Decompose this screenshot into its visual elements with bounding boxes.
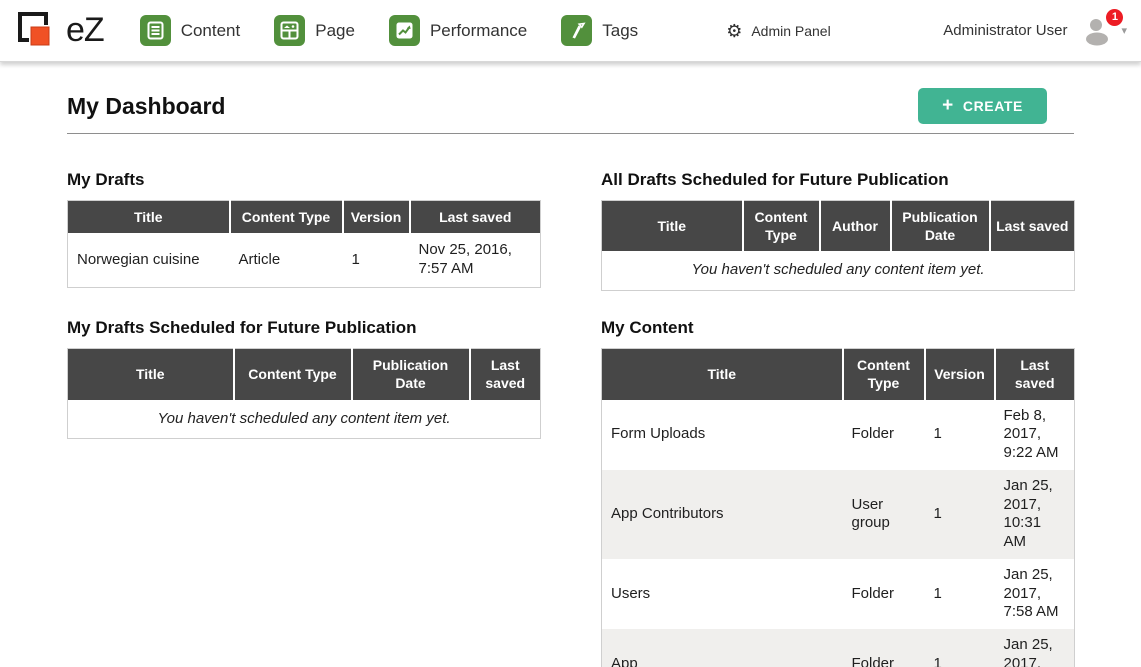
cell-title[interactable]: App — [602, 629, 843, 667]
topbar: eZ Content — [0, 0, 1141, 62]
empty-state-row: You haven't scheduled any content item y… — [68, 400, 541, 439]
my-content-table: Title Content Type Version Last saved Fo… — [601, 348, 1075, 667]
col-last-saved: Last saved — [410, 201, 541, 234]
empty-state-row: You haven't scheduled any content item y… — [602, 251, 1075, 290]
create-button-label: CREATE — [963, 98, 1023, 114]
user-name: Administrator User — [943, 22, 1067, 39]
notification-badge[interactable]: 1 — [1106, 9, 1123, 26]
col-last-saved: Last saved — [995, 349, 1075, 400]
nav-label-page: Page — [315, 21, 355, 41]
create-button[interactable]: + CREATE — [918, 88, 1047, 124]
col-title: Title — [68, 201, 230, 234]
chevron-down-icon[interactable]: ▾ — [1121, 24, 1127, 37]
admin-panel-button[interactable]: ⚙ Admin Panel — [726, 22, 831, 40]
table-header-row: Title Content Type Publication Date Last… — [68, 349, 541, 400]
user-menu-button[interactable]: 1 — [1081, 16, 1115, 46]
col-content-type: Content Type — [743, 201, 820, 252]
cell-version: 1 — [343, 233, 410, 287]
page-icon — [274, 15, 305, 46]
dashboard-panels: My Drafts Title Content Type Version Las… — [67, 170, 1074, 667]
col-last-saved: Last saved — [990, 201, 1075, 252]
col-title: Title — [602, 349, 843, 400]
cell-title[interactable]: Norwegian cuisine — [68, 233, 230, 287]
cell-title[interactable]: Form Uploads — [602, 400, 843, 470]
table-row[interactable]: App Folder 1 Jan 25, 2017, 7:55 AM — [602, 629, 1075, 667]
cell-version: 1 — [925, 629, 995, 667]
my-drafts-scheduled-table: Title Content Type Publication Date Last… — [67, 348, 541, 439]
nav-label-content: Content — [181, 21, 241, 41]
panel-title-all-drafts-scheduled: All Drafts Scheduled for Future Publicat… — [601, 170, 1074, 190]
col-version: Version — [343, 201, 410, 234]
page-title: My Dashboard — [67, 93, 225, 120]
ez-logo-text: eZ — [66, 11, 104, 50]
title-divider — [67, 133, 1074, 134]
nav-item-performance[interactable]: Performance — [389, 15, 527, 46]
cell-version: 1 — [925, 400, 995, 470]
cell-content-type: User group — [843, 470, 925, 559]
table-row[interactable]: Form Uploads Folder 1 Feb 8, 2017, 9:22 … — [602, 400, 1075, 470]
col-version: Version — [925, 349, 995, 400]
panel-title-my-drafts: My Drafts — [67, 170, 540, 190]
panel-title-my-content: My Content — [601, 318, 1074, 338]
content-icon — [140, 15, 171, 46]
cell-last-saved: Feb 8, 2017, 9:22 AM — [995, 400, 1075, 470]
admin-panel-label: Admin Panel — [751, 23, 830, 39]
col-author: Author — [820, 201, 891, 252]
col-title: Title — [68, 349, 234, 400]
nav-item-tags[interactable]: Tags — [561, 15, 638, 46]
col-publication-date: Publication Date — [352, 349, 470, 400]
user-area: Administrator User 1 ▾ — [943, 16, 1127, 46]
col-content-type: Content Type — [234, 349, 352, 400]
cell-title[interactable]: Users — [602, 559, 843, 629]
table-header-row: Title Content Type Version Last saved — [68, 201, 541, 234]
col-content-type: Content Type — [230, 201, 343, 234]
nav-label-tags: Tags — [602, 21, 638, 41]
panel-all-drafts-scheduled: All Drafts Scheduled for Future Publicat… — [601, 170, 1074, 291]
nav-item-page[interactable]: Page — [274, 15, 355, 46]
cell-content-type: Article — [230, 233, 343, 287]
panel-my-content: My Content Title Content Type Version La… — [601, 318, 1074, 667]
cell-content-type: Folder — [843, 400, 925, 470]
table-row[interactable]: Norwegian cuisine Article 1 Nov 25, 2016… — [68, 233, 541, 287]
gear-icon: ⚙ — [726, 22, 742, 40]
table-header-row: Title Content Type Author Publication Da… — [602, 201, 1075, 252]
panel-title-my-drafts-scheduled: My Drafts Scheduled for Future Publicati… — [67, 318, 540, 338]
panel-my-drafts-scheduled: My Drafts Scheduled for Future Publicati… — [67, 318, 540, 439]
col-publication-date: Publication Date — [891, 201, 990, 252]
nav-item-content[interactable]: Content — [140, 15, 241, 46]
cell-content-type: Folder — [843, 559, 925, 629]
col-last-saved: Last saved — [470, 349, 541, 400]
my-drafts-table: Title Content Type Version Last saved No… — [67, 200, 541, 288]
cell-title[interactable]: App Contributors — [602, 470, 843, 559]
performance-icon — [389, 15, 420, 46]
nav-label-performance: Performance — [430, 21, 527, 41]
ez-logo-icon — [12, 9, 64, 53]
main-nav: Content Page Per — [140, 15, 639, 46]
table-row[interactable]: App Contributors User group 1 Jan 25, 20… — [602, 470, 1075, 559]
table-row[interactable]: Users Folder 1 Jan 25, 2017, 7:58 AM — [602, 559, 1075, 629]
cell-last-saved: Jan 25, 2017, 7:58 AM — [995, 559, 1075, 629]
empty-state-message: You haven't scheduled any content item y… — [68, 400, 541, 439]
cell-version: 1 — [925, 559, 995, 629]
empty-state-message: You haven't scheduled any content item y… — [602, 251, 1075, 290]
tags-icon — [561, 15, 592, 46]
cell-version: 1 — [925, 470, 995, 559]
ez-logo[interactable]: eZ — [12, 9, 104, 53]
panel-my-drafts: My Drafts Title Content Type Version Las… — [67, 170, 540, 288]
all-drafts-scheduled-table: Title Content Type Author Publication Da… — [601, 200, 1075, 291]
plus-icon: + — [942, 99, 954, 113]
cell-last-saved: Jan 25, 2017, 10:31 AM — [995, 470, 1075, 559]
col-title: Title — [602, 201, 743, 252]
dashboard-main: My Dashboard + CREATE My Drafts Title Co… — [0, 62, 1141, 667]
cell-last-saved: Nov 25, 2016, 7:57 AM — [410, 233, 541, 287]
col-content-type: Content Type — [843, 349, 925, 400]
table-header-row: Title Content Type Version Last saved — [602, 349, 1075, 400]
cell-last-saved: Jan 25, 2017, 7:55 AM — [995, 629, 1075, 667]
cell-content-type: Folder — [843, 629, 925, 667]
